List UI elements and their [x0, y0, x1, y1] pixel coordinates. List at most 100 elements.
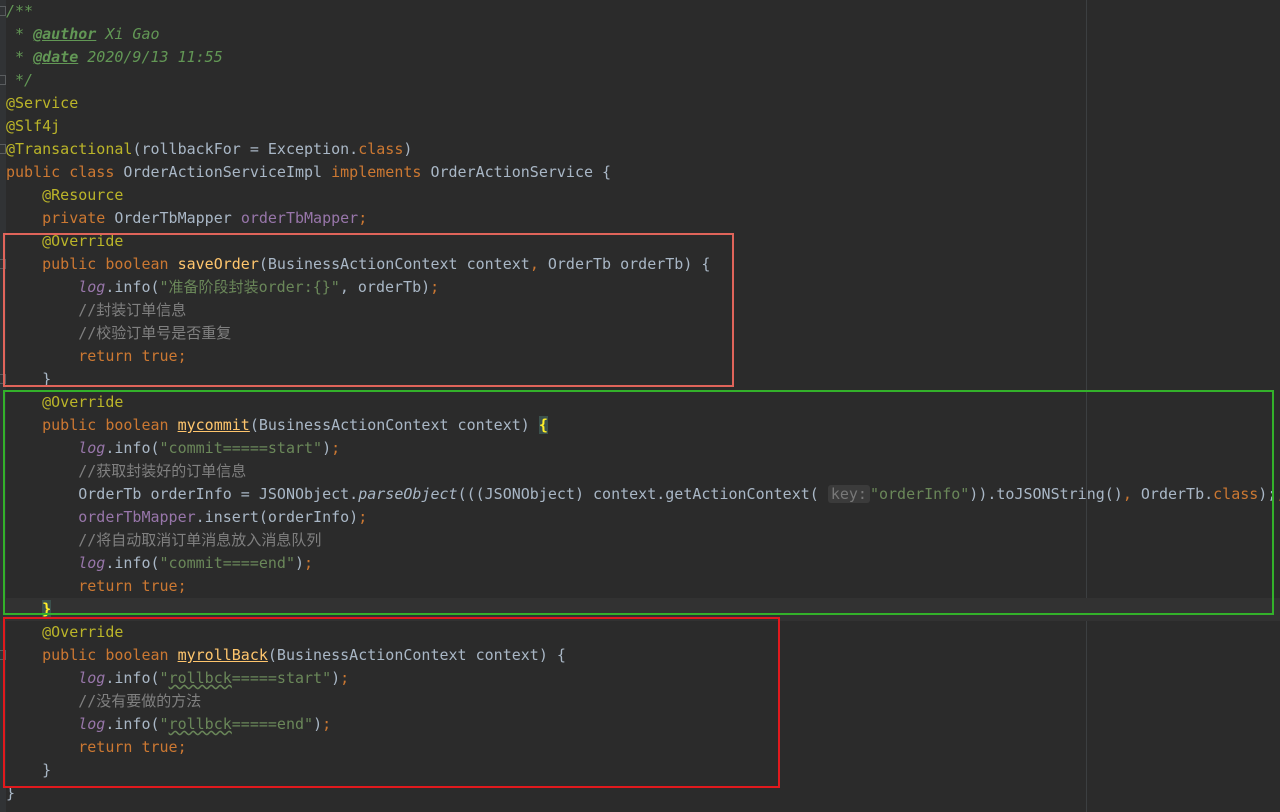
matched-open-brace: {	[538, 416, 548, 434]
assign-d: OrderTb.	[1131, 485, 1214, 503]
close-paren: )	[403, 140, 413, 158]
doc-date-value: 2020/9/13 11:55	[78, 48, 223, 66]
class-keyword: class	[1213, 485, 1259, 503]
myrollback-method-name[interactable]: myrollBack	[178, 646, 268, 664]
save-order-params-a: (BusinessActionContext context	[258, 255, 530, 273]
log-string-rest: =====start"	[231, 669, 332, 687]
code-line-21: //获取封装好的订单信息	[6, 460, 246, 483]
semicolon: ;	[322, 715, 332, 733]
doc-comment-star: *	[6, 48, 34, 66]
code-line-35: }	[6, 782, 15, 805]
transactional-args: (rollbackFor = Exception.	[132, 140, 359, 158]
resource-annotation: @Resource	[42, 186, 124, 204]
comment: //封装订单信息	[78, 301, 187, 319]
close-paren: )	[295, 554, 305, 572]
field-name: orderTbMapper	[240, 209, 359, 227]
code-line-31: //没有要做的方法	[6, 690, 201, 713]
true-keyword: true	[141, 577, 178, 595]
override-annotation: @Override	[42, 623, 124, 641]
public-keyword: public	[42, 255, 97, 273]
private-keyword: private	[42, 209, 106, 227]
doc-date-tag: @date	[33, 48, 79, 66]
code-line-3: * @date 2020/9/13 11:55	[6, 46, 223, 69]
log-field: log	[78, 715, 106, 733]
public-keyword: public	[42, 646, 97, 664]
public-keyword: public	[6, 163, 61, 181]
semicolon: ;	[358, 508, 368, 526]
log-field: log	[78, 669, 106, 687]
mycommit-params: (BusinessActionContext context)	[249, 416, 539, 434]
code-line-27: }	[6, 598, 52, 621]
mycommit-method-name[interactable]: mycommit	[178, 416, 250, 434]
boolean-keyword: boolean	[105, 416, 169, 434]
matched-close-brace: }	[42, 600, 52, 618]
myrollback-params: (BusinessActionContext context) {	[267, 646, 566, 664]
code-line-22: OrderTb orderInfo = JSONObject.parseObje…	[6, 483, 1280, 506]
code-line-6: @Slf4j	[6, 115, 60, 138]
info-call: .info(	[105, 439, 160, 457]
comment: //校验订单号是否重复	[78, 324, 232, 342]
doc-comment-close: */	[6, 71, 34, 89]
key-string: "orderInfo"	[869, 485, 970, 503]
boolean-keyword: boolean	[105, 255, 169, 273]
log-field: log	[78, 439, 106, 457]
typo-word: rollbck	[168, 715, 232, 733]
insert-call: .insert(orderInfo)	[195, 508, 359, 526]
close-paren: )	[313, 715, 323, 733]
semicolon: ;	[340, 669, 350, 687]
semicolon: ;	[1276, 485, 1280, 503]
return-keyword: return	[78, 347, 133, 365]
override-annotation: @Override	[42, 232, 124, 250]
semicolon: ;	[304, 554, 314, 572]
code-line-9: @Resource	[6, 184, 123, 207]
semicolon: ;	[430, 278, 440, 296]
doc-author-value: Xi Gao	[96, 25, 160, 43]
info-call: .info(	[105, 669, 160, 687]
log-string-quote: "	[159, 715, 169, 733]
class-close-brace: }	[6, 784, 16, 802]
doc-comment-star: *	[6, 25, 34, 43]
code-line-17: }	[6, 368, 51, 391]
code-line-1: /**	[6, 0, 33, 23]
comma: ,	[529, 255, 539, 273]
typo-word: rollbck	[168, 669, 232, 687]
log-string-quote: "	[159, 669, 169, 687]
code-line-11: @Override	[6, 230, 123, 253]
close-paren: )	[322, 439, 332, 457]
comment: //将自动取消订单消息放入消息队列	[78, 531, 322, 549]
class-keyword: class	[358, 140, 404, 158]
interface-name: OrderActionService {	[430, 163, 612, 181]
doc-author-tag: @author	[33, 25, 97, 43]
save-order-params-b: OrderTb orderTb) {	[538, 255, 711, 273]
close-brace: }	[42, 761, 52, 779]
comma: ,	[1122, 485, 1132, 503]
log-string: "commit=====start"	[159, 439, 323, 457]
code-line-7: @Transactional(rollbackFor = Exception.c…	[6, 138, 412, 161]
current-line-highlight	[0, 598, 1280, 621]
comment: //没有要做的方法	[78, 692, 202, 710]
code-editor[interactable]: /** * @author Xi Gao * @date 2020/9/13 1…	[0, 0, 1280, 812]
save-order-method-name[interactable]: saveOrder	[178, 255, 259, 273]
assign-c: )).toJSONString()	[969, 485, 1123, 503]
class-keyword: class	[69, 163, 115, 181]
parameter-hint: key:	[827, 485, 870, 503]
code-line-10: private OrderTbMapper orderTbMapper;	[6, 207, 367, 230]
code-line-15: //校验订单号是否重复	[6, 322, 231, 345]
class-name: OrderActionServiceImpl	[123, 163, 323, 181]
code-line-23: orderTbMapper.insert(orderInfo);	[6, 506, 367, 529]
true-keyword: true	[141, 738, 178, 756]
assign-a: OrderTb orderInfo = JSONObject.	[78, 485, 359, 503]
log-string: "commit====end"	[159, 554, 295, 572]
semicolon: ;	[177, 577, 187, 595]
implements-keyword: implements	[331, 163, 422, 181]
parse-object-call: parseObject	[358, 485, 458, 503]
code-line-34: }	[6, 759, 51, 782]
log-field: log	[78, 278, 106, 296]
slf4j-annotation: @Slf4j	[6, 117, 61, 135]
code-line-12: public boolean saveOrder(BusinessActionC…	[6, 253, 710, 276]
code-line-14: //封装订单信息	[6, 299, 186, 322]
code-line-4: */	[6, 69, 33, 92]
public-keyword: public	[42, 416, 97, 434]
code-line-13: log.info("准备阶段封装order:{}", orderTb);	[6, 276, 439, 299]
close-paren: )	[331, 669, 341, 687]
